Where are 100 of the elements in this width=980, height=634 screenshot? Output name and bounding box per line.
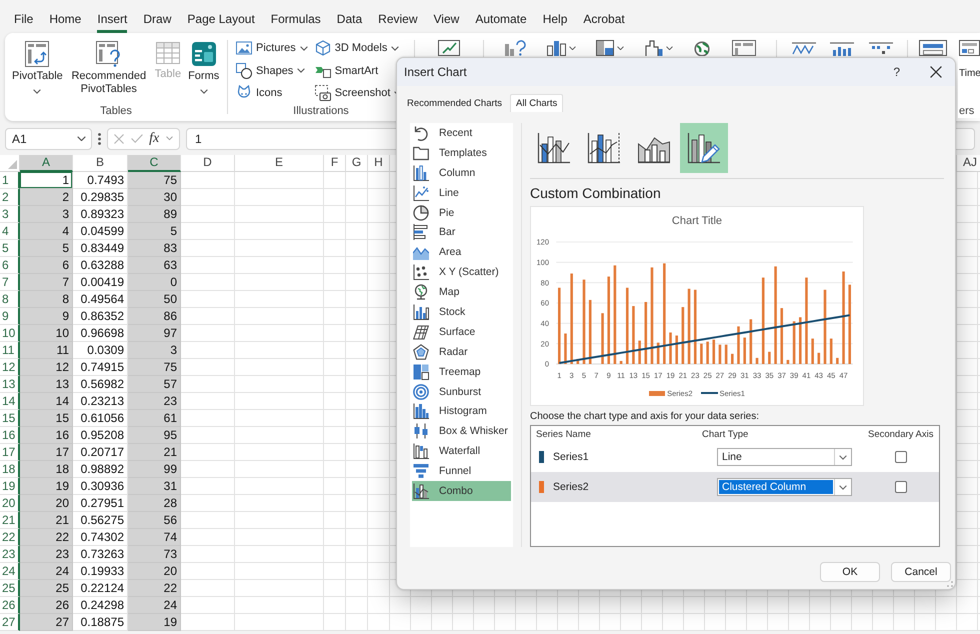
spreadsheet-cell[interactable]: 15 (20, 410, 73, 427)
letter-heading[interactable]: E (235, 155, 324, 172)
spreadsheet-cell[interactable]: 0.86352 (73, 308, 128, 325)
spreadsheet-cell[interactable]: 19 (128, 614, 181, 631)
spreadsheet-cell[interactable]: 83 (128, 240, 181, 257)
spreadsheet-cell[interactable]: 0.73263 (73, 546, 128, 563)
spreadsheet-cell[interactable]: 27 (20, 614, 73, 631)
chart-type-item[interactable]: Funnel (412, 461, 511, 482)
spreadsheet-cell[interactable]: 12 (20, 359, 73, 376)
chart-type-item[interactable]: Bar (412, 222, 511, 242)
dialog-tab[interactable]: Recommended Charts (401, 94, 508, 112)
spreadsheet-cell[interactable]: 3 (20, 206, 73, 223)
spreadsheet-cell[interactable]: 16 (20, 427, 73, 444)
spreadsheet-cell[interactable]: 0.74915 (73, 359, 128, 376)
row-number[interactable]: 3 (0, 206, 20, 223)
row-number[interactable]: 20 (0, 495, 20, 512)
spreadsheet-cell[interactable]: 2 (20, 189, 73, 206)
row-number[interactable]: 27 (0, 614, 20, 631)
chart-type-item[interactable]: Map (412, 282, 511, 302)
spreadsheet-cell[interactable]: 1 (20, 172, 73, 189)
chart-type-dropdown[interactable]: Clustered Column (717, 478, 852, 496)
row-number[interactable]: 14 (0, 393, 20, 410)
chart-type-item[interactable]: Recent (412, 123, 511, 143)
spreadsheet-cell[interactable]: 28 (128, 495, 181, 512)
letter-heading[interactable]: D (181, 155, 235, 172)
dialog-button[interactable]: Cancel (891, 562, 951, 582)
spreadsheet-cell[interactable]: 0.96698 (73, 325, 128, 342)
dialog-tab[interactable]: All Charts (510, 94, 564, 112)
menu-tab[interactable]: Draw (143, 12, 172, 33)
row-number[interactable]: 8 (0, 291, 20, 308)
spreadsheet-cell[interactable]: 7 (20, 274, 73, 291)
timeline-button[interactable]: Time (959, 40, 980, 80)
chart-type-item[interactable]: Histogram (412, 401, 511, 422)
spreadsheet-cell[interactable]: 0.61056 (73, 410, 128, 427)
secondary-axis-checkbox[interactable] (895, 451, 907, 463)
spreadsheet-cell[interactable]: 13 (20, 376, 73, 393)
row-number[interactable]: 6 (0, 257, 20, 274)
spreadsheet-cell[interactable]: 75 (128, 359, 181, 376)
chart-type-item[interactable]: Waterfall (412, 441, 511, 462)
spreadsheet-cell[interactable]: 0.20717 (73, 444, 128, 461)
spreadsheet-cell[interactable]: 4 (20, 223, 73, 240)
spreadsheet-cell[interactable]: 21 (128, 444, 181, 461)
name-box[interactable]: A1 (5, 128, 92, 150)
spreadsheet-cell[interactable]: 95 (128, 427, 181, 444)
row-number[interactable]: 2 (0, 189, 20, 206)
letter-heading[interactable]: H (368, 155, 390, 172)
menu-tab[interactable]: Page Layout (187, 12, 255, 33)
spreadsheet-cell[interactable]: 11 (20, 342, 73, 359)
row-number[interactable]: 25 (0, 580, 20, 597)
spreadsheet-cell[interactable]: 0.56982 (73, 376, 128, 393)
spreadsheet-cell[interactable]: 0.0309 (73, 342, 128, 359)
chart-type-item[interactable]: Column (412, 162, 511, 183)
letter-heading[interactable]: B (73, 155, 128, 172)
spreadsheet-cell[interactable]: 0.30936 (73, 478, 128, 495)
menu-tab[interactable]: Review (378, 12, 418, 33)
spreadsheet-cell[interactable]: 0.18875 (73, 614, 128, 631)
spreadsheet-cell[interactable]: 0.49564 (73, 291, 128, 308)
spreadsheet-cell[interactable]: 6 (20, 257, 73, 274)
chart-type-item[interactable]: Templates (412, 142, 511, 163)
row-number[interactable]: 22 (0, 529, 20, 546)
spreadsheet-cell[interactable]: 50 (128, 291, 181, 308)
spreadsheet-cell[interactable]: 75 (128, 172, 181, 189)
spreadsheet-cell[interactable]: 0.00419 (73, 274, 128, 291)
row-number[interactable]: 7 (0, 274, 20, 291)
spreadsheet-cell[interactable]: 0.22124 (73, 580, 128, 597)
ribbon-button[interactable]: 3D Models (314, 37, 402, 60)
chart-type-item[interactable]: Stock (412, 302, 511, 322)
checkmark-icon[interactable] (130, 134, 143, 143)
spreadsheet-cell[interactable]: 0.83449 (73, 240, 128, 257)
spreadsheet-cell[interactable]: 97 (128, 325, 181, 342)
chart-subtype-button[interactable] (680, 123, 728, 173)
spreadsheet-cell[interactable]: 18 (20, 461, 73, 478)
chart-type-item[interactable]: Surface (412, 322, 511, 342)
row-number[interactable]: 12 (0, 359, 20, 376)
row-number[interactable]: 10 (0, 325, 20, 342)
close-button[interactable] (930, 66, 942, 78)
spreadsheet-cell[interactable]: 86 (128, 308, 181, 325)
ribbon-button[interactable]: Pictures (236, 37, 308, 60)
chart-type-item[interactable]: Line (412, 182, 511, 203)
ribbon-button[interactable]: Icons (236, 82, 308, 104)
row-number[interactable]: 18 (0, 461, 20, 478)
insert-function-button[interactable]: fx (149, 130, 160, 146)
chart-type-item[interactable]: Sunburst (412, 382, 511, 402)
letter-heading[interactable]: F (324, 155, 346, 172)
row-number[interactable]: 16 (0, 427, 20, 444)
chart-type-item[interactable]: Combo (412, 481, 511, 501)
spreadsheet-cell[interactable]: 5 (20, 240, 73, 257)
row-number[interactable]: 24 (0, 563, 20, 580)
spreadsheet-cell[interactable]: 22 (20, 529, 73, 546)
letter-heading[interactable]: C (128, 155, 181, 172)
spreadsheet-cell[interactable]: 8 (20, 291, 73, 308)
spreadsheet-cell[interactable]: 73 (128, 546, 181, 563)
spreadsheet-cell[interactable]: 10 (20, 325, 73, 342)
spreadsheet-cell[interactable]: 0.74302 (73, 529, 128, 546)
ribbon-button[interactable]: SmartArt (314, 60, 402, 82)
menu-tab[interactable]: Acrobat (583, 12, 625, 33)
chart-type-item[interactable]: Treemap (412, 362, 511, 382)
chart-type-dropdown[interactable]: Line (717, 448, 852, 466)
spreadsheet-cell[interactable]: 23 (20, 546, 73, 563)
menu-tab[interactable]: Formulas (270, 12, 321, 33)
